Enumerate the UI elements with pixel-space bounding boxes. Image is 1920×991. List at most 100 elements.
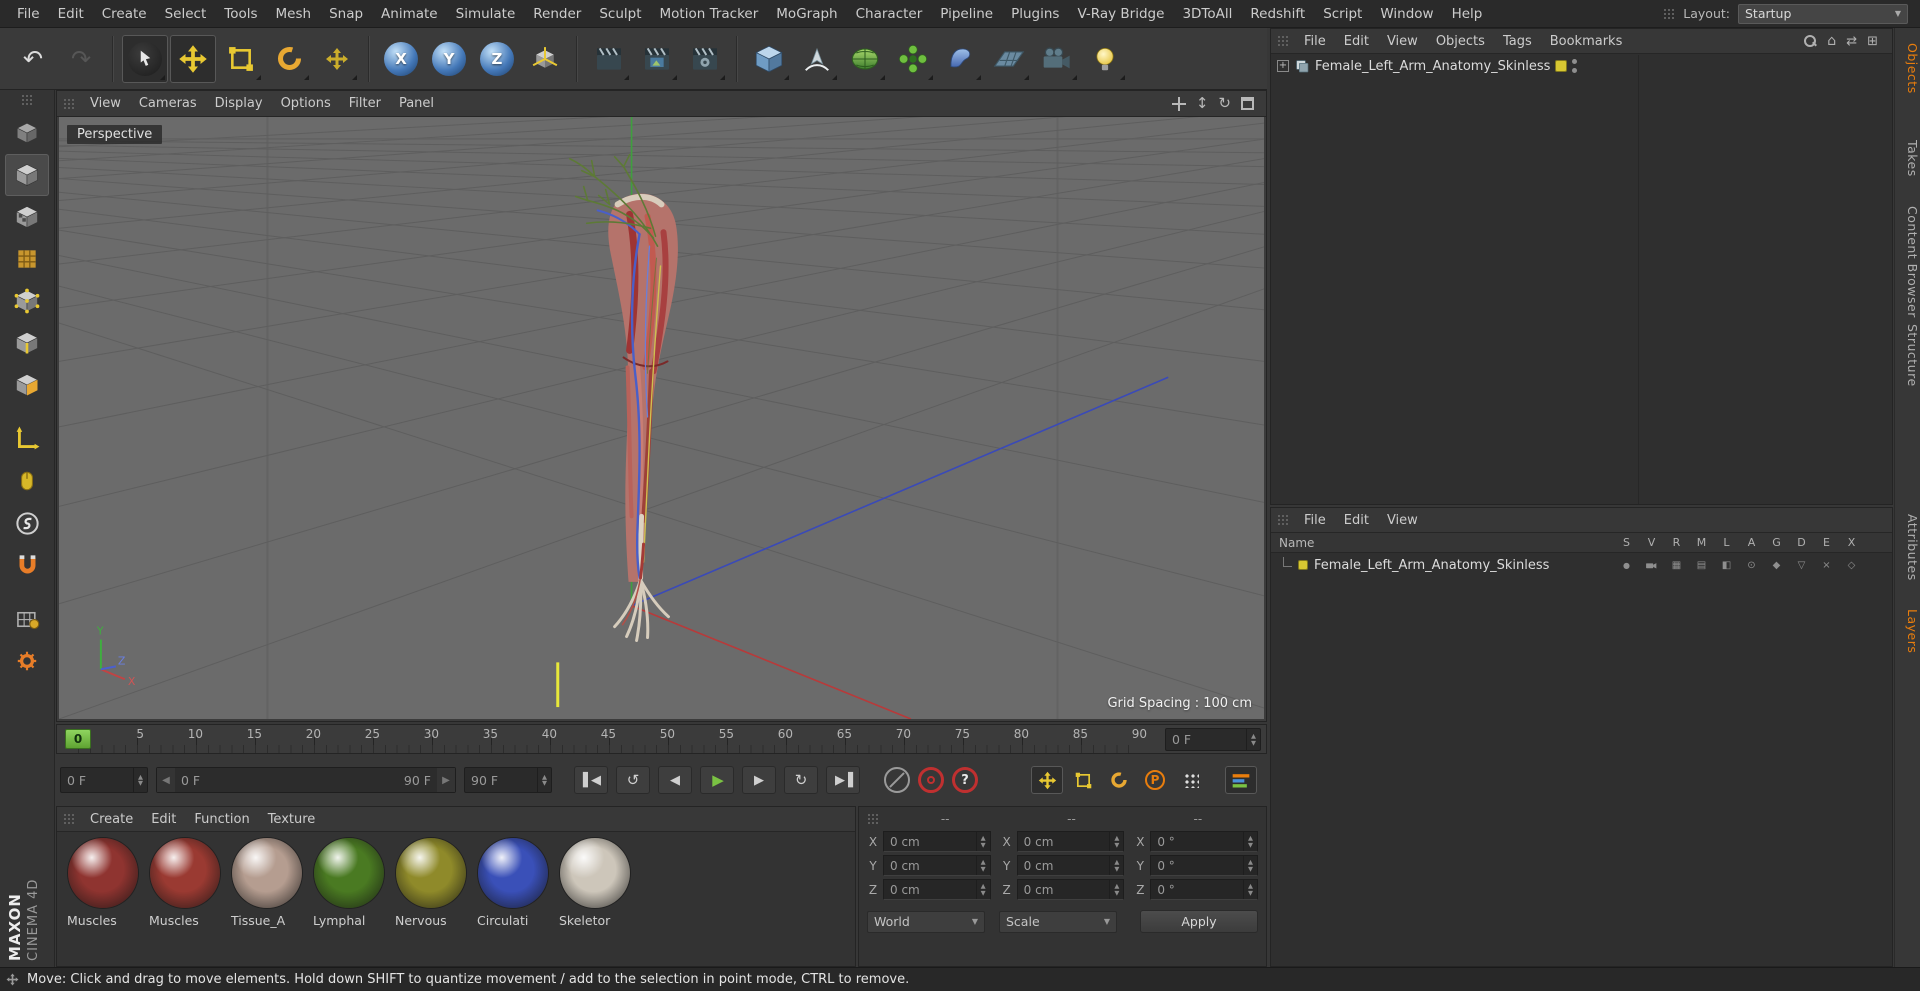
stepper[interactable]: ▲ ▼	[975, 832, 990, 851]
lock-toggle-icon[interactable]: ◧	[1714, 560, 1739, 571]
render-toggle-icon[interactable]: ▦	[1664, 560, 1689, 571]
menu-item[interactable]: Animate	[372, 0, 447, 28]
viewport-canvas[interactable]: Y X Z Perspective Grid Spacing : 100 cm	[59, 117, 1264, 719]
axis-mode-button[interactable]	[5, 418, 49, 460]
layer-manager-menu-item[interactable]: File	[1295, 508, 1335, 533]
workplane-lock-button[interactable]	[5, 598, 49, 640]
preview-range-slider[interactable]: ◀ 0 F 90 F ▶	[156, 767, 456, 793]
animation-toggle-icon[interactable]: ⊙	[1739, 560, 1764, 571]
primitive-cube-button[interactable]	[746, 35, 792, 83]
uv-mode-button[interactable]	[5, 238, 49, 280]
layer-color-swatch[interactable]	[1298, 560, 1308, 570]
make-editable-button[interactable]	[5, 112, 49, 154]
deformers-toggle-icon[interactable]: ▽	[1789, 560, 1814, 571]
next-frame-button[interactable]: ▶	[742, 766, 776, 794]
add-view-icon[interactable]: ⊞	[1867, 34, 1878, 49]
home-icon[interactable]: ⌂	[1827, 33, 1836, 49]
layer-manager-grip[interactable]	[1277, 514, 1289, 526]
range-left-arrow-icon[interactable]: ◀	[157, 768, 175, 792]
tab-structure[interactable]: Structure	[1895, 324, 1920, 387]
material-grip[interactable]	[63, 813, 75, 825]
material-thumbnail[interactable]	[478, 838, 548, 908]
menu-item[interactable]: Edit	[49, 0, 93, 28]
mograph-button[interactable]	[890, 35, 936, 83]
texture-mode-button[interactable]	[5, 196, 49, 238]
render-view-button[interactable]	[586, 35, 632, 83]
visibility-dots-icon[interactable]	[1572, 59, 1578, 73]
path-navigation-icon[interactable]: ⇄	[1846, 34, 1857, 49]
loop-button[interactable]: ↻	[784, 766, 818, 794]
menu-item[interactable]: Help	[1443, 0, 1492, 28]
object-name[interactable]: Female_Left_Arm_Anatomy_Skinless	[1315, 59, 1550, 74]
size-z-field[interactable]: 0 cm ▲ ▼	[1016, 879, 1125, 900]
viewport-menu-item[interactable]: Display	[206, 91, 272, 117]
layer-manager-menu-item[interactable]: Edit	[1335, 508, 1378, 533]
previous-frame-button[interactable]: ◀	[658, 766, 692, 794]
material-thumbnail[interactable]	[232, 838, 302, 908]
move-tool-button[interactable]	[170, 34, 216, 83]
stepper[interactable]: ▲ ▼	[975, 856, 990, 875]
tab-layers[interactable]: Layers	[1895, 609, 1920, 653]
object-manager-menu-item[interactable]: Tags	[1494, 29, 1541, 54]
menu-item[interactable]: Render	[524, 0, 590, 28]
stepper[interactable]: ▲ ▼	[537, 768, 551, 792]
view-toggle-icon[interactable]	[1639, 559, 1664, 572]
rotate-tool-button[interactable]	[266, 35, 312, 83]
goto-start-button[interactable]: ▌◀	[574, 766, 608, 794]
object-manager-menu-item[interactable]: View	[1378, 29, 1427, 54]
rotation-x-field[interactable]: 0 ° ▲ ▼	[1150, 831, 1259, 852]
stepper[interactable]: ▲ ▼	[1246, 729, 1260, 750]
enable-snap-button[interactable]	[5, 502, 49, 544]
light-button[interactable]	[1082, 35, 1128, 83]
stepper[interactable]: ▲ ▼	[975, 880, 990, 899]
material-item[interactable]: Muscles	[147, 838, 223, 928]
subdivision-surface-button[interactable]	[842, 35, 888, 83]
object-manager-menu-item[interactable]: Edit	[1335, 29, 1378, 54]
camera-button[interactable]	[1034, 35, 1080, 83]
current-frame-field[interactable]: 0 F ▲ ▼	[1165, 728, 1261, 751]
tweak-mode-button[interactable]	[5, 460, 49, 502]
toolbar-grip[interactable]	[1663, 7, 1676, 20]
timeline-ruler[interactable]: 5 10 15 20 25 30 35 40 45 50 55 60 65 70 75 80 85 90 0 0 …	[56, 724, 1267, 754]
coordinates-grip[interactable]	[867, 813, 879, 825]
menu-item[interactable]: Snap	[320, 0, 372, 28]
stepper[interactable]: ▲ ▼	[133, 768, 147, 792]
coordinate-system-button[interactable]	[522, 35, 568, 83]
material-menu-item[interactable]: Texture	[259, 807, 325, 832]
layer-manager-menu-item[interactable]: View	[1378, 508, 1427, 533]
menu-item[interactable]: Pipeline	[931, 0, 1002, 28]
menu-item[interactable]: Sculpt	[590, 0, 650, 28]
material-menu-item[interactable]: Create	[81, 807, 142, 832]
play-backwards-button[interactable]: ↺	[616, 766, 650, 794]
material-thumbnail[interactable]	[560, 838, 630, 908]
autokey-button[interactable]	[918, 767, 944, 793]
undo-button[interactable]: ↶	[10, 35, 56, 83]
keyframe-selection-button[interactable]: ?	[952, 767, 978, 793]
viewport-menu-item[interactable]: Panel	[390, 91, 443, 117]
rotation-y-field[interactable]: 0 ° ▲ ▼	[1150, 855, 1259, 876]
material-item[interactable]: Tissue_A	[229, 838, 305, 928]
viewport-menu-item[interactable]: View	[81, 91, 130, 117]
size-y-field[interactable]: 0 cm ▲ ▼	[1016, 855, 1125, 876]
key-position-button[interactable]	[1031, 766, 1063, 794]
object-manager-grip[interactable]	[1277, 35, 1289, 47]
lock-x-axis-button[interactable]: X	[378, 35, 424, 83]
tab-content-browser[interactable]: Content Browser	[1895, 206, 1920, 318]
xref-toggle-icon[interactable]: ◇	[1839, 560, 1864, 571]
current-frame-marker[interactable]: 0	[65, 729, 91, 749]
menu-item[interactable]: Character	[847, 0, 932, 28]
modeling-settings-button[interactable]	[5, 640, 49, 682]
size-x-field[interactable]: 0 cm ▲ ▼	[1016, 831, 1125, 852]
material-menu-item[interactable]: Edit	[142, 807, 185, 832]
solo-toggle-icon[interactable]: ●	[1614, 561, 1639, 570]
model-mode-button[interactable]	[5, 154, 49, 196]
range-right-arrow-icon[interactable]: ▶	[437, 768, 455, 792]
menu-item[interactable]: Plugins	[1002, 0, 1068, 28]
object-row[interactable]: + Female_Left_Arm_Anatomy_Skinless	[1271, 54, 1892, 78]
viewport-menu-item[interactable]: Filter	[340, 91, 390, 117]
material-item[interactable]: Muscles	[65, 838, 141, 928]
magnet-button[interactable]	[5, 544, 49, 586]
menu-item[interactable]: Tools	[215, 0, 266, 28]
object-manager-menu-item[interactable]: File	[1295, 29, 1335, 54]
viewport-menu-item[interactable]: Options	[272, 91, 340, 117]
